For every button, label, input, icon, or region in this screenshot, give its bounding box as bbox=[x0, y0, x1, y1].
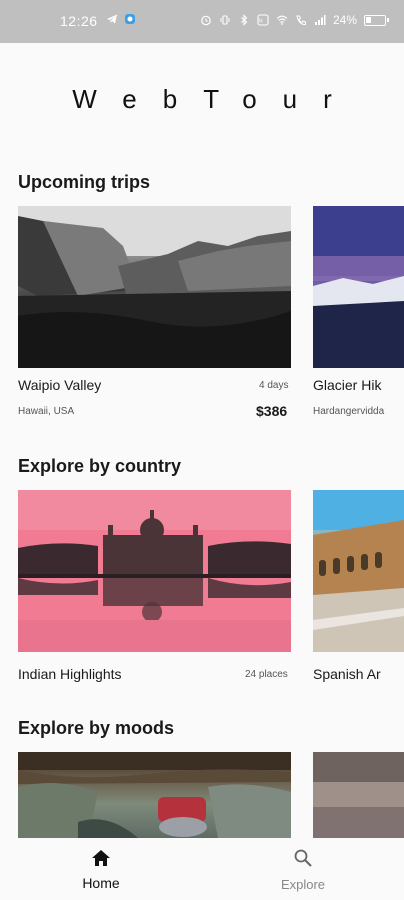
trip-card-image-waipio[interactable] bbox=[18, 206, 291, 368]
section-title-upcoming: Upcoming trips bbox=[18, 172, 151, 192]
home-icon bbox=[92, 850, 110, 866]
trip-duration: 4 days bbox=[259, 380, 289, 391]
search-icon bbox=[294, 849, 312, 867]
call-icon bbox=[296, 15, 306, 26]
country-card-image-india[interactable] bbox=[18, 490, 291, 652]
alarm-icon bbox=[201, 15, 211, 26]
mood-card-image-2[interactable] bbox=[313, 752, 404, 838]
app-title: WebTour bbox=[72, 84, 358, 114]
trip-price: $386 bbox=[256, 403, 288, 419]
trip-location: Hawaii, USA bbox=[18, 406, 75, 417]
mood-photo-2 bbox=[313, 752, 404, 838]
country-name[interactable]: Spanish Ar bbox=[313, 666, 404, 682]
telegram-icon bbox=[107, 14, 117, 24]
trip-card-image-glacier[interactable] bbox=[313, 206, 404, 368]
country-places: 24 places bbox=[245, 669, 288, 680]
nav-home-button[interactable]: Home bbox=[61, 848, 141, 891]
status-bar: 12:26 N 24% bbox=[0, 0, 404, 43]
nav-explore-button[interactable]: Explore bbox=[263, 848, 343, 892]
mood-photo bbox=[18, 752, 291, 838]
bottom-nav: Home Explore bbox=[0, 838, 404, 900]
nfc-icon: N bbox=[257, 14, 269, 26]
signal-icon bbox=[314, 15, 326, 25]
india-photo bbox=[18, 490, 291, 652]
battery-icon bbox=[364, 14, 389, 26]
trip-name[interactable]: Waipio Valley bbox=[18, 377, 218, 393]
svg-text:N: N bbox=[259, 19, 263, 25]
vibrate-icon bbox=[220, 15, 230, 25]
mood-card-image[interactable] bbox=[18, 752, 291, 838]
status-time: 12:26 bbox=[60, 13, 98, 29]
section-title-country: Explore by country bbox=[18, 456, 182, 476]
bluetooth-icon bbox=[241, 14, 248, 26]
trip-location: Hardangervidda bbox=[313, 406, 385, 417]
app-icon bbox=[125, 14, 135, 24]
wifi-icon bbox=[276, 15, 288, 25]
valley-photo bbox=[18, 206, 291, 368]
country-card-image-spain[interactable] bbox=[313, 490, 404, 652]
nav-explore-label: Explore bbox=[280, 877, 326, 892]
spain-photo bbox=[313, 490, 404, 652]
nav-home-label: Home bbox=[82, 875, 120, 891]
country-name[interactable]: Indian Highlights bbox=[18, 666, 218, 682]
glacier-photo bbox=[313, 206, 404, 368]
section-title-moods: Explore by moods bbox=[18, 718, 175, 738]
trip-name[interactable]: Glacier Hik bbox=[313, 377, 404, 393]
battery-percent: 24% bbox=[332, 13, 357, 27]
